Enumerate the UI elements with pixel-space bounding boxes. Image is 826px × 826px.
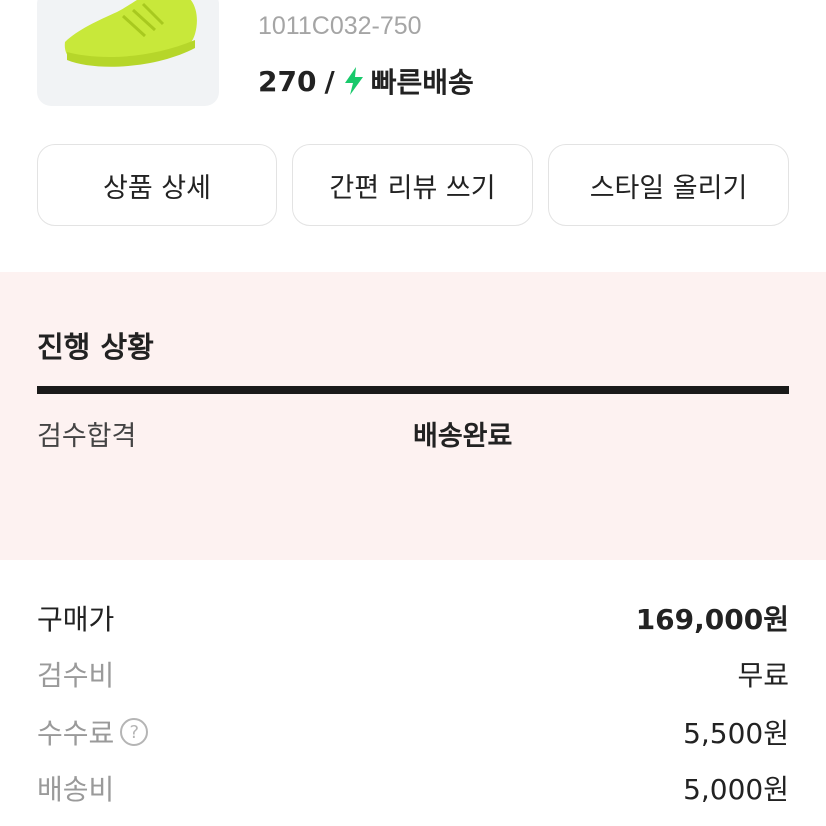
product-detail-button[interactable]: 상품 상세: [37, 144, 277, 226]
product-name: - ···· ···· -· · ·· ·· ··: [258, 0, 467, 8]
progress-section: 진행 상황 검수합격 배송완료: [0, 272, 826, 560]
help-icon[interactable]: ?: [120, 718, 149, 746]
step-delivery-complete: 배송완료: [413, 421, 513, 452]
shipping-fee-row: 배송비 5,000원: [37, 768, 789, 808]
commission-fee-row: 수수료 ? 5,500원: [37, 712, 789, 752]
commission-fee-label-group: 수수료 ?: [37, 712, 149, 752]
size-shipping-row: 270 / 빠른배송: [258, 62, 474, 100]
commission-fee-value: 5,500원: [683, 717, 789, 750]
progress-title: 진행 상황: [37, 330, 154, 364]
purchase-price-value: 169,000원: [635, 603, 789, 636]
product-image[interactable]: [37, 0, 219, 106]
purchase-price-label: 구매가: [37, 603, 115, 636]
inspection-fee-row: 검수비 무료: [37, 654, 789, 694]
quick-review-button[interactable]: 간편 리뷰 쓰기: [292, 144, 533, 226]
shoe-image: [64, 0, 197, 67]
progress-bar: [37, 386, 789, 394]
price-breakdown: 구매가 169,000원 검수비 무료 수수료 ? 5,500원 배송비 5,0…: [0, 560, 826, 826]
commission-fee-label: 수수료: [37, 717, 115, 750]
product-size: 270: [258, 64, 317, 98]
post-style-button[interactable]: 스타일 올리기: [548, 144, 789, 226]
step-inspection-passed: 검수합격: [37, 421, 137, 452]
fast-shipping-label: 빠른배송: [370, 66, 474, 99]
lightning-icon: [344, 67, 363, 95]
shipping-fee-label: 배송비: [37, 773, 115, 806]
purchase-price-row: 구매가 169,000원: [37, 598, 789, 638]
separator: /: [324, 64, 335, 98]
inspection-fee-value: 무료: [737, 659, 789, 692]
product-code: 1011C032-750: [258, 12, 422, 40]
product-summary: - ···· ···· -· · ·· ·· ·· 1011C032-750 2…: [0, 0, 826, 130]
shipping-fee-value: 5,000원: [683, 773, 789, 806]
inspection-fee-label: 검수비: [37, 659, 115, 692]
